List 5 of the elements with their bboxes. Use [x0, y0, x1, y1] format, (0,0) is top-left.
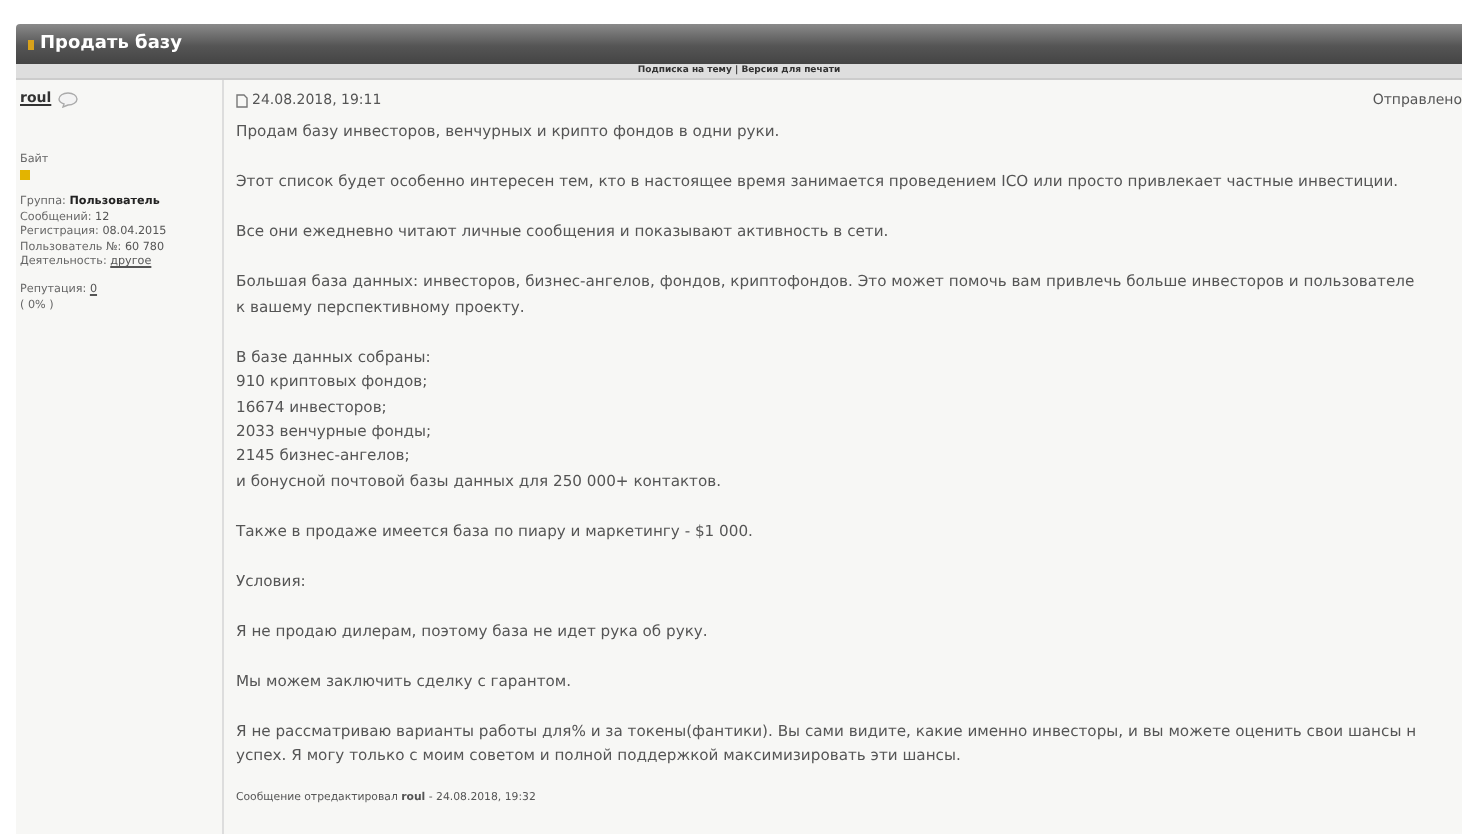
- speech-bubble-icon[interactable]: [57, 92, 78, 108]
- rank-pip-icon: [20, 170, 30, 181]
- document-icon: [236, 93, 248, 108]
- bullet-icon: [28, 39, 34, 49]
- topic-title: Продать базу: [40, 34, 182, 54]
